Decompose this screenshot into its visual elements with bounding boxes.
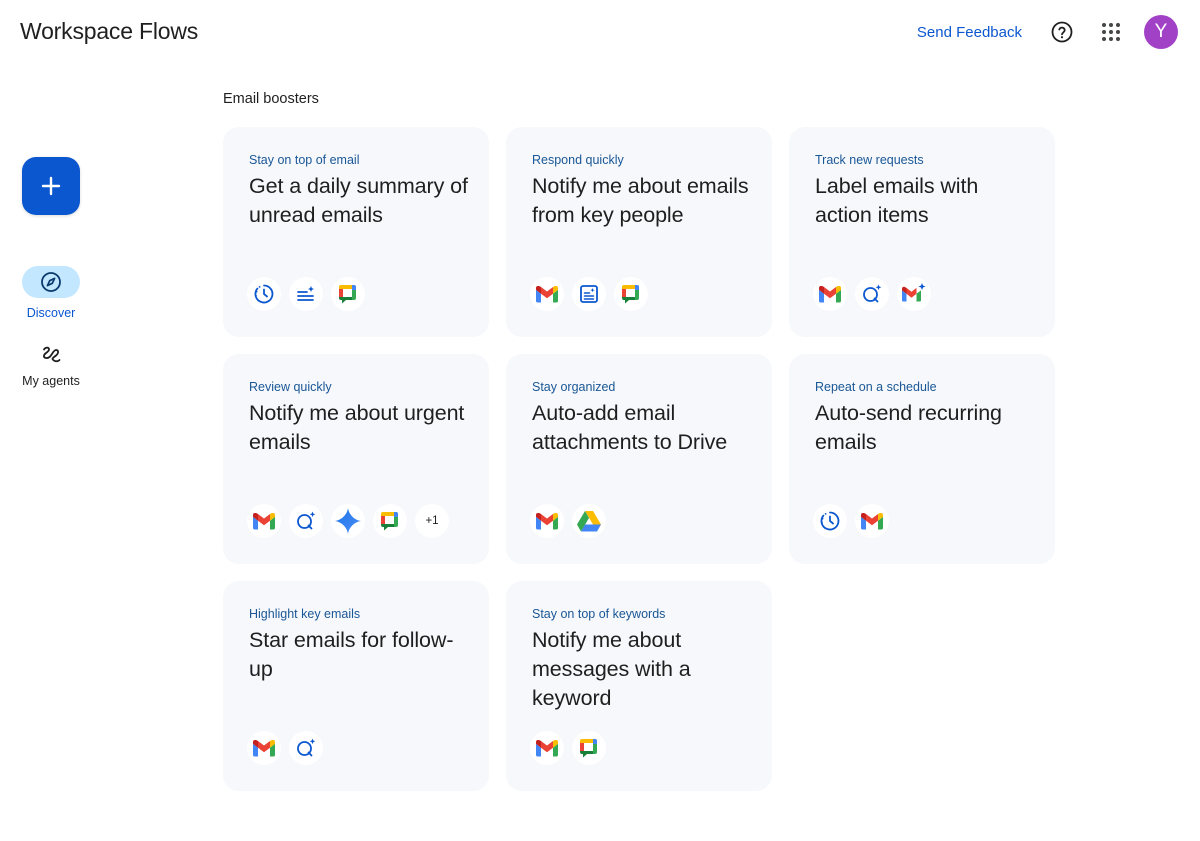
gmail-icon (247, 504, 281, 538)
google-chat-icon (331, 277, 365, 311)
card-kicker: Respond quickly (532, 153, 624, 167)
plus-icon (41, 176, 61, 196)
gmail-icon (855, 504, 889, 538)
apps-grid-icon[interactable] (1093, 14, 1129, 50)
flow-card[interactable]: Highlight key emails Star emails for foll… (223, 581, 489, 791)
rail-item-discover[interactable]: Discover (10, 266, 92, 320)
google-drive-icon (572, 504, 606, 538)
card-title: Label emails with action items (815, 174, 979, 227)
gmail-icon (813, 277, 847, 311)
gmail-ai-icon (897, 277, 931, 311)
card-title: Star emails for follow-up (249, 628, 454, 681)
card-app-icons (813, 277, 939, 311)
card-title: Notify me about messages with a keyword (532, 628, 691, 710)
gmail-icon (247, 731, 281, 765)
card-title: Auto-send recurring emails (815, 401, 1002, 454)
card-kicker: Highlight key emails (249, 607, 361, 621)
rail-pill-discover (22, 266, 80, 298)
card-title: Get a daily summary of unread emails (249, 174, 468, 227)
rail-item-label: My agents (22, 374, 80, 388)
google-chat-icon (614, 277, 648, 311)
ask-gemini-icon (289, 731, 323, 765)
header-actions: Send Feedback Y (917, 14, 1178, 50)
flow-card[interactable]: Repeat on a schedule Auto-send recurring … (789, 354, 1055, 564)
extract-icon (572, 277, 606, 311)
gmail-icon (530, 277, 564, 311)
flow-card[interactable]: Review quickly Notify me about urgent ema… (223, 354, 489, 564)
more-apps-badge: +1 (415, 504, 449, 538)
flow-card[interactable]: Stay on top of keywords Notify me about m… (506, 581, 772, 791)
card-kicker: Stay on top of keywords (532, 607, 666, 621)
schedule-icon (813, 504, 847, 538)
card-title: Auto-add email attachments to Drive (532, 401, 728, 454)
card-kicker: Track new requests (815, 153, 924, 167)
card-app-icons (247, 277, 373, 311)
flow-card[interactable]: Track new requests Label emails with acti… (789, 127, 1055, 337)
google-chat-icon (373, 504, 407, 538)
flow-card[interactable]: Stay organized Auto-add email attachments… (506, 354, 772, 564)
send-feedback-link[interactable]: Send Feedback (917, 24, 1022, 41)
card-app-icons (530, 277, 656, 311)
rail-item-my-agents[interactable]: My agents (10, 340, 92, 388)
summarize-icon (289, 277, 323, 311)
compass-icon (41, 272, 61, 292)
card-title: Notify me about emails from key people (532, 174, 749, 227)
rail-pill-agents (22, 340, 80, 368)
card-app-icons (530, 504, 614, 538)
flow-card[interactable]: Stay on top of email Get a daily summary … (223, 127, 489, 337)
ask-gemini-icon (855, 277, 889, 311)
card-grid: Stay on top of email Get a daily summary … (223, 127, 1055, 791)
card-app-icons (247, 731, 331, 765)
schedule-icon (247, 277, 281, 311)
gmail-icon (530, 504, 564, 538)
card-kicker: Stay on top of email (249, 153, 360, 167)
help-icon[interactable] (1044, 14, 1080, 50)
agents-icon (43, 346, 61, 363)
section-title: Email boosters (223, 91, 319, 107)
card-title: Notify me about urgent emails (249, 401, 465, 454)
card-kicker: Stay organized (532, 380, 616, 394)
card-kicker: Repeat on a schedule (815, 380, 937, 394)
ask-gemini-icon (289, 504, 323, 538)
avatar[interactable]: Y (1144, 15, 1178, 49)
create-flow-button[interactable] (22, 157, 80, 215)
app-title: Workspace Flows (20, 18, 199, 44)
flow-card[interactable]: Respond quickly Notify me about emails fr… (506, 127, 772, 337)
card-kicker: Review quickly (249, 380, 332, 394)
gemini-icon (331, 504, 365, 538)
rail-item-label: Discover (26, 306, 76, 320)
google-chat-icon (572, 731, 606, 765)
card-app-icons (813, 504, 897, 538)
card-app-icons: +1 (247, 504, 457, 538)
gmail-icon (530, 731, 564, 765)
card-app-icons (530, 731, 614, 765)
